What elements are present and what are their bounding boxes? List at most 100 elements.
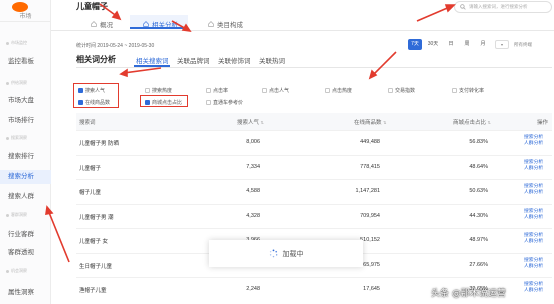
sidebar-item-attribute-insight[interactable]: 属性洞察 <box>0 286 51 300</box>
home-icon <box>143 21 149 27</box>
cell-mall-ratio: 48.64% <box>469 163 488 170</box>
search-analysis-link[interactable]: 搜索分析 <box>524 160 543 166</box>
row-divider <box>76 277 552 278</box>
cell-online-items: 709,954 <box>360 212 380 219</box>
row-divider <box>76 179 552 180</box>
subtab-related-hot-words[interactable]: 关联热词 <box>259 55 285 65</box>
cell-online-items: 17,645 <box>363 286 380 292</box>
sidebar-group: 搜索洞察 <box>6 135 27 141</box>
cell-keyword: 渔帽子儿童 <box>79 288 107 294</box>
sidebar-brand: 市场 <box>19 14 32 20</box>
cell-keyword: 儿童帽子男 防晒 <box>79 141 120 147</box>
crowd-analysis-link[interactable]: 人群分析 <box>524 264 543 270</box>
range-month-button[interactable]: 月 <box>478 39 488 50</box>
sort-icon[interactable]: ⇅ <box>261 120 264 125</box>
sidebar-group: 客群洞察 <box>6 212 27 218</box>
sidebar-group: 机会洞察 <box>6 268 27 274</box>
divider <box>76 67 552 68</box>
row-actions: 搜索分析 人群分析 <box>524 135 543 147</box>
range-week-button[interactable]: 周 <box>462 39 472 50</box>
indicator-through-train-price[interactable]: 直通车参考价 <box>206 99 243 106</box>
sidebar-item-search-rank[interactable]: 搜索排行 <box>0 150 51 164</box>
annotation-highlight-box <box>140 95 188 107</box>
cell-online-items: 1,147,281 <box>355 188 380 194</box>
cell-popularity: 2,248 <box>246 286 260 292</box>
row-actions: 搜索分析 人群分析 <box>524 233 543 245</box>
search-placeholder: 请输入搜索词，进行搜索分析 <box>469 4 528 9</box>
sidebar: 市场 市场监控 监控看板 供给洞察 市场大盘 市场排行 搜索洞察 搜索排行 搜索… <box>0 0 51 304</box>
indicator-click-popularity[interactable]: 点击人气 <box>262 87 289 94</box>
indicator-click-heat[interactable]: 点击热度 <box>325 87 352 94</box>
checkbox[interactable] <box>452 88 457 93</box>
cell-keyword: 儿童帽子 <box>79 165 102 172</box>
sidebar-item-crowd-insight[interactable]: 客群透视 <box>0 246 51 260</box>
annotation-arrow <box>47 209 70 263</box>
annotation-arrow <box>416 5 453 22</box>
date-picker-button[interactable]: ▾ <box>495 40 509 49</box>
sidebar-item-search-crowd[interactable]: 搜索人群 <box>0 190 51 204</box>
subtab-related-modifier-words[interactable]: 关联修饰词 <box>218 55 251 65</box>
checkbox[interactable] <box>388 88 393 93</box>
indicator-trade-index[interactable]: 交易指数 <box>388 87 415 94</box>
divider <box>51 30 554 31</box>
cell-mall-ratio: 50.63% <box>469 188 488 194</box>
sidebar-item-monitor[interactable]: 监控看板 <box>0 55 51 69</box>
subtab-related-brand-words[interactable]: 关联品牌词 <box>177 55 210 65</box>
home-icon <box>208 21 214 27</box>
checkbox[interactable] <box>262 88 267 93</box>
crowd-analysis-link[interactable]: 人群分析 <box>524 166 543 172</box>
crowd-analysis-link[interactable]: 人群分析 <box>524 239 543 245</box>
annotation-arrowhead <box>111 10 122 21</box>
cell-popularity: 4,588 <box>246 188 260 194</box>
divider <box>0 21 51 22</box>
range-day-button[interactable]: 日 <box>446 39 456 50</box>
row-divider <box>76 154 552 156</box>
crowd-analysis-link[interactable]: 人群分析 <box>524 141 543 147</box>
cell-keyword: 儿童帽子 女 <box>79 239 109 245</box>
row-divider <box>76 130 552 131</box>
crowd-analysis-link[interactable]: 人群分析 <box>524 288 543 294</box>
cell-mall-ratio: 27.66% <box>469 261 488 268</box>
search-analysis-link[interactable]: 搜索分析 <box>524 258 543 264</box>
column-header-online-items[interactable]: 在线商品数 ⇅ <box>354 118 386 126</box>
tab-related-analysis[interactable]: 相关分析 <box>143 19 178 29</box>
group-dot-icon <box>6 213 9 217</box>
indicator-pay-conversion[interactable]: 支付转化率 <box>452 87 484 94</box>
row-actions: 搜索分析 人群分析 <box>524 282 543 294</box>
sidebar-item-market-rank[interactable]: 市场排行 <box>0 114 51 128</box>
search-analysis-link[interactable]: 搜索分析 <box>524 209 543 215</box>
tab-category-composition[interactable]: 类目构成 <box>208 19 243 29</box>
chevron-down-icon: ▾ <box>500 42 503 47</box>
checkbox[interactable] <box>206 100 211 105</box>
group-dot-icon <box>6 81 9 85</box>
crowd-analysis-link[interactable]: 人群分析 <box>524 190 543 196</box>
sidebar-item-industry-crowd[interactable]: 行业客群 <box>0 228 51 242</box>
group-dot-icon <box>6 136 9 140</box>
checkbox[interactable] <box>145 88 150 93</box>
subtab-related-search-words[interactable]: 相关搜索词 <box>136 55 169 65</box>
column-header-popularity[interactable]: 搜索人气 ⇅ <box>237 118 264 126</box>
cell-keyword: 儿童帽子男 潮 <box>79 214 114 221</box>
section-title: 相关词分析 <box>76 55 116 64</box>
sidebar-item-search-analysis[interactable]: 搜索分析 <box>0 170 51 184</box>
sort-icon[interactable]: ⇅ <box>488 120 491 125</box>
search-input[interactable]: 请输入搜索词，进行搜索分析 <box>454 1 552 13</box>
sidebar-item-market-overview[interactable]: 市场大盘 <box>0 94 51 108</box>
checkbox[interactable] <box>325 88 330 93</box>
loading-overlay: 加载中 <box>209 240 363 267</box>
row-actions: 搜索分析 人群分析 <box>524 258 543 270</box>
cell-online-items: 778,415 <box>360 163 380 170</box>
column-header-mall-ratio[interactable]: 商城点击占比 ⇅ <box>453 118 491 126</box>
checkbox[interactable] <box>206 88 211 93</box>
column-header-keyword: 搜索词 <box>79 120 96 126</box>
tab-overview[interactable]: 概况 <box>91 19 113 29</box>
range-7d-button[interactable]: 7天 <box>408 39 422 50</box>
range-30d-button[interactable]: 30天 <box>426 39 440 50</box>
terminal-select[interactable]: 所有终端 <box>514 42 532 48</box>
indicator-click-rate[interactable]: 点击率 <box>206 87 228 94</box>
crowd-analysis-link[interactable]: 人群分析 <box>524 215 543 221</box>
indicator-search-heat[interactable]: 搜索热度 <box>145 87 172 94</box>
annotation-arrow <box>123 67 162 74</box>
group-dot-icon <box>6 269 9 273</box>
sort-icon[interactable]: ⇅ <box>383 120 386 125</box>
